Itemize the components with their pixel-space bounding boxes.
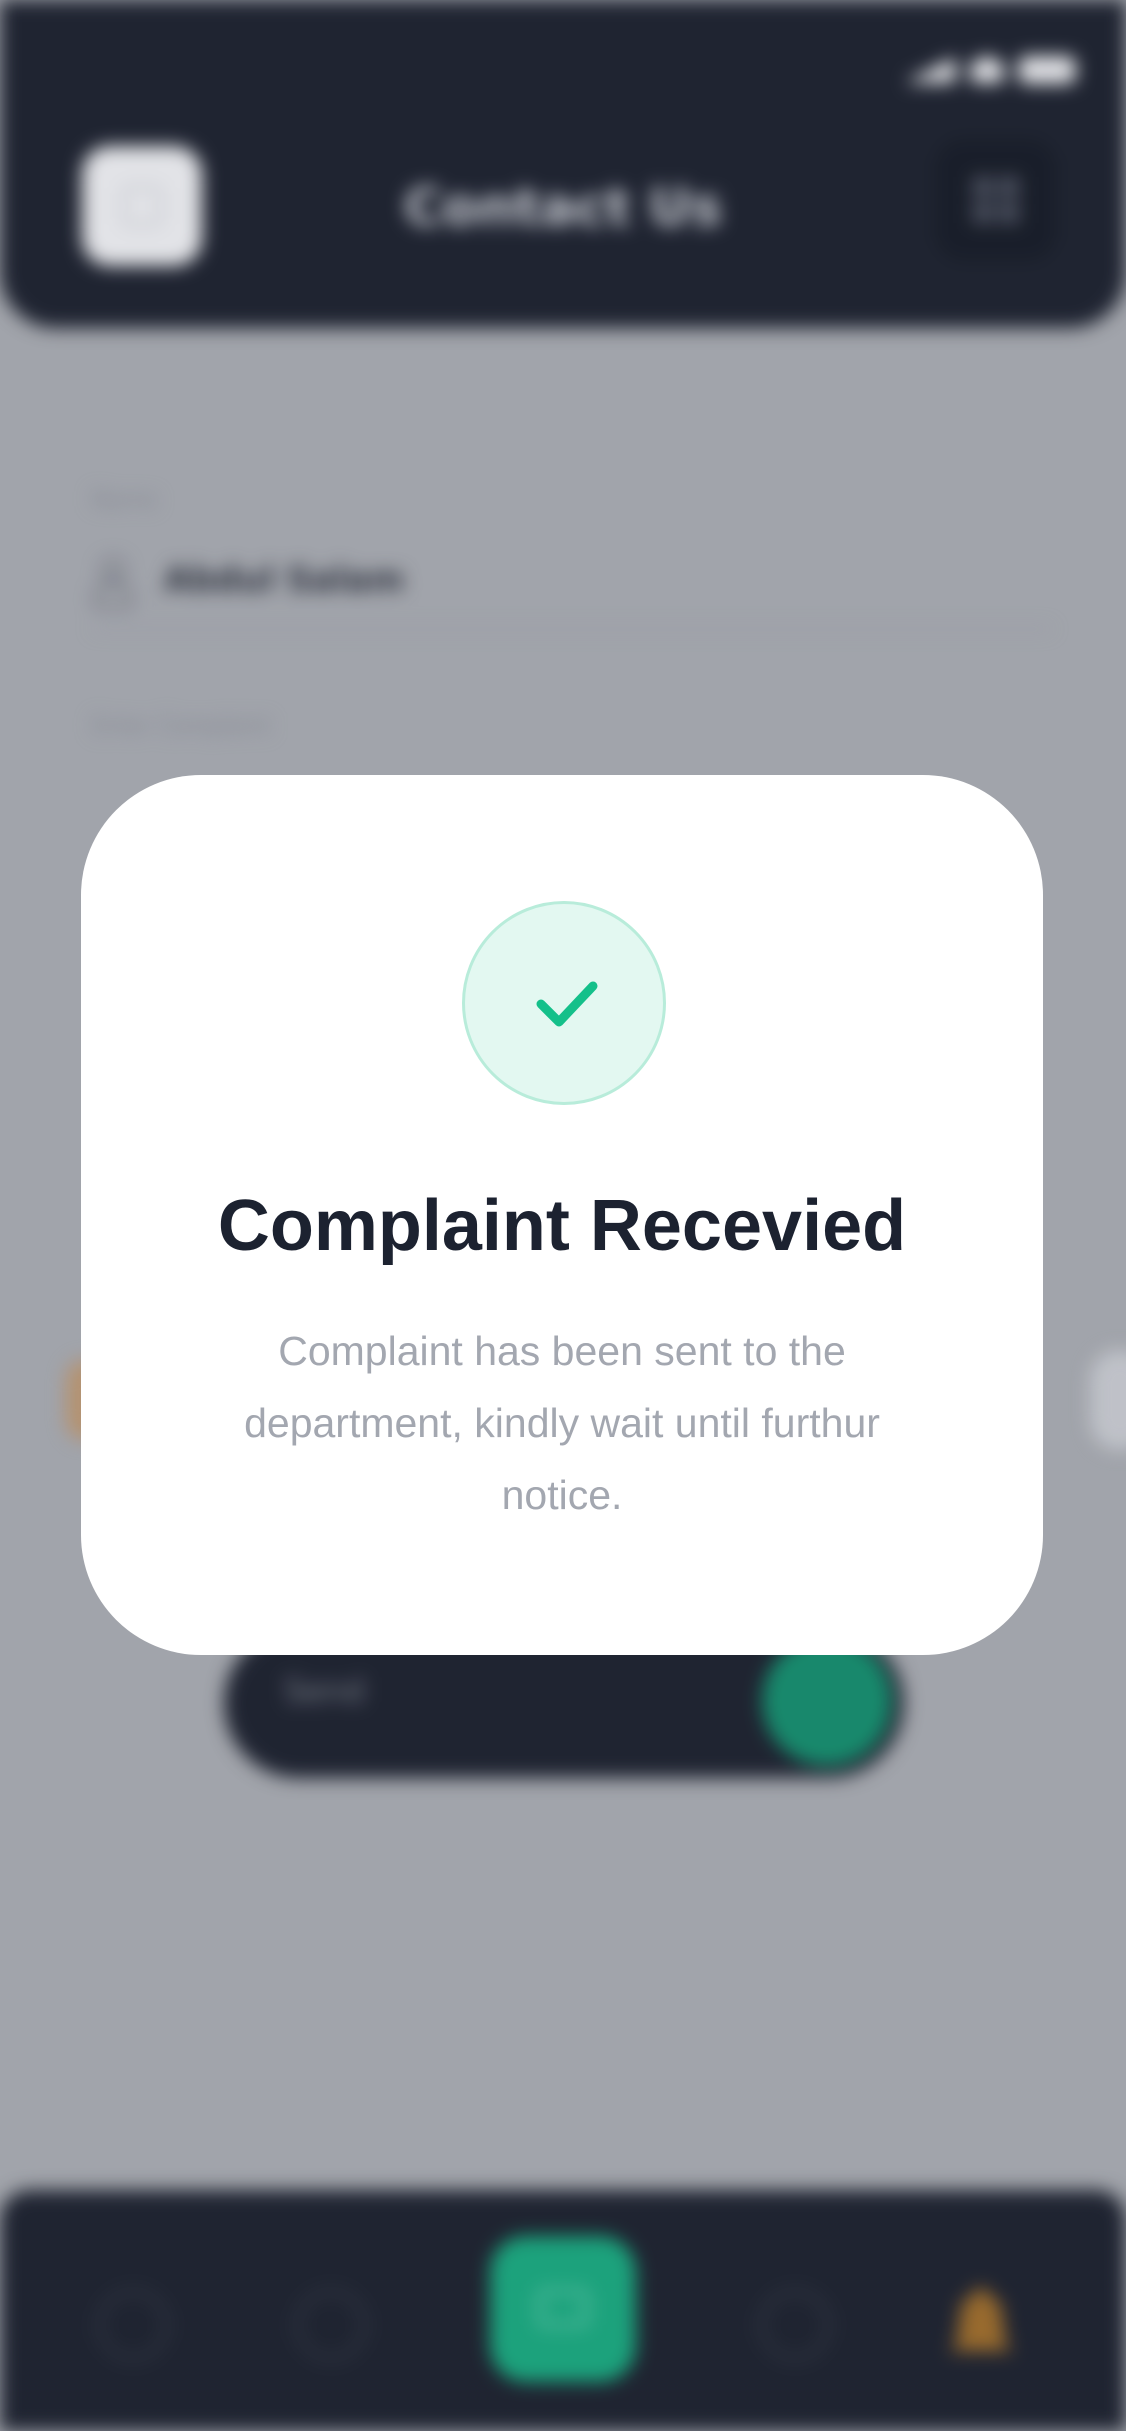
check-icon bbox=[536, 981, 598, 1027]
contact-us-screen: Contact Us Name Abdul Salam Enter Compla… bbox=[0, 0, 1126, 2431]
success-dialog: Complaint Recevied Complaint has been se… bbox=[81, 775, 1043, 1655]
dialog-title: Complaint Recevied bbox=[217, 1186, 907, 1266]
dialog-message: Complaint has been sent to the departmen… bbox=[244, 1328, 880, 1518]
success-badge bbox=[462, 901, 666, 1105]
